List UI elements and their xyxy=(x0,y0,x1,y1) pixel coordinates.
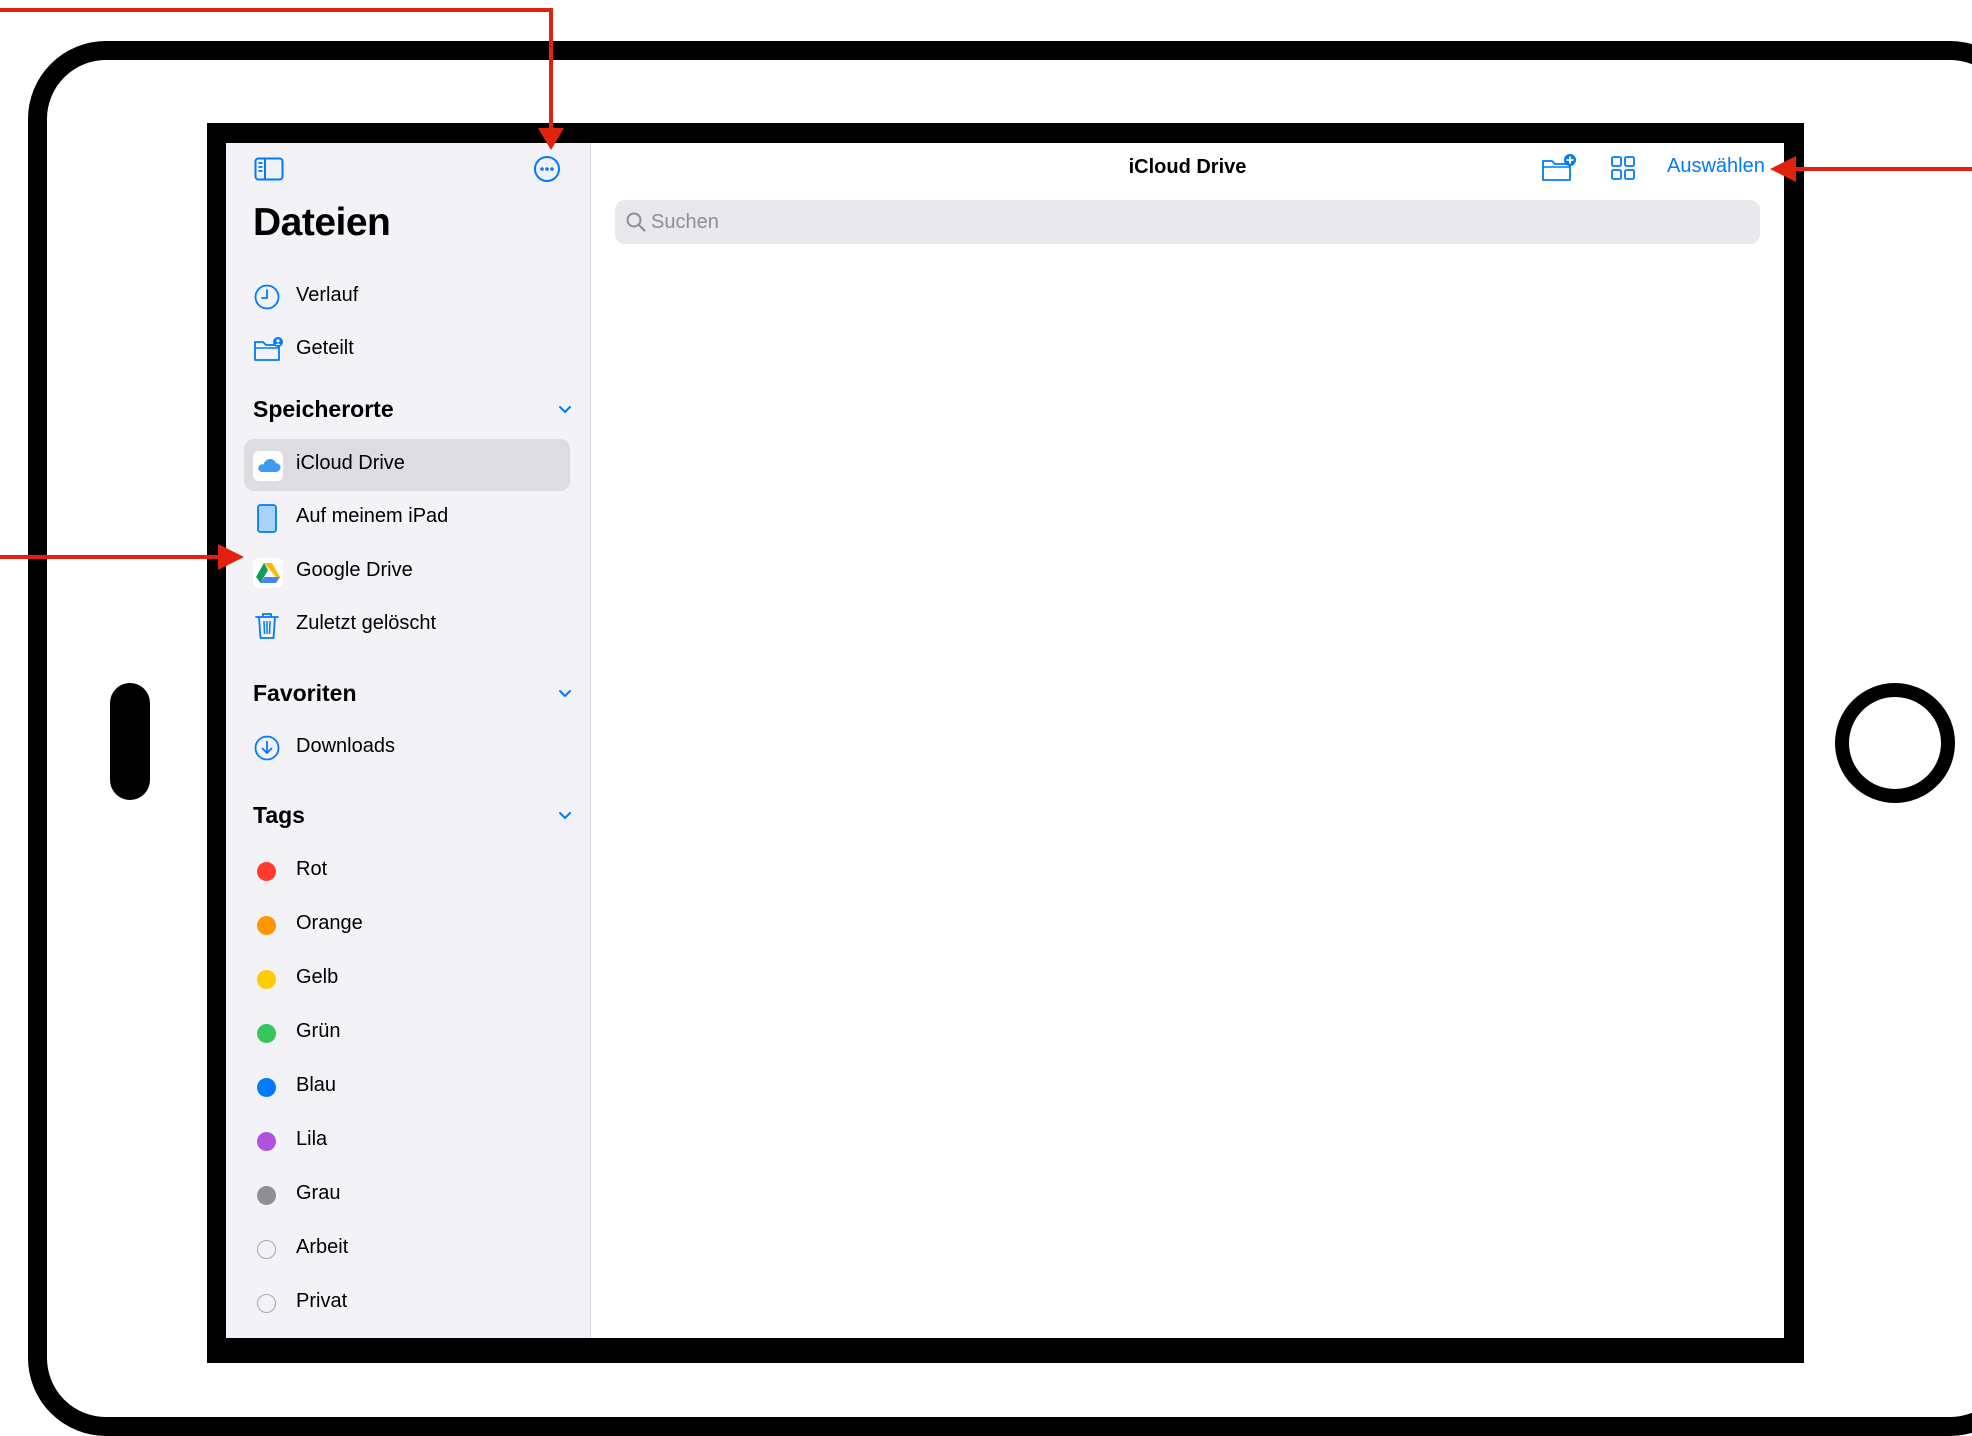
tag-item-gruen[interactable]: Grün xyxy=(244,1007,570,1059)
sidebar-item-label: Verlauf xyxy=(296,284,359,306)
new-folder-icon[interactable] xyxy=(1541,153,1579,183)
sidebar-item-label: Auf meinem iPad xyxy=(296,505,449,527)
select-button[interactable]: Auswählen xyxy=(1667,155,1765,178)
files-app-screen: Dateien Verlauf Geteilt Speicherorte iCl… xyxy=(226,143,1784,1338)
tag-item-grau[interactable]: Grau xyxy=(244,1169,570,1221)
tag-color-dot xyxy=(257,916,276,935)
search-field[interactable] xyxy=(615,200,1760,244)
sidebar-toggle-icon[interactable] xyxy=(254,157,284,181)
main-content: iCloud Drive Auswählen xyxy=(591,143,1784,1338)
sidebar: Dateien Verlauf Geteilt Speicherorte iCl… xyxy=(226,143,591,1338)
icloud-icon xyxy=(253,451,283,481)
camera-slot xyxy=(110,683,150,800)
sidebar-item-label: Downloads xyxy=(296,735,395,757)
tag-color-dot xyxy=(257,1186,276,1205)
content-title: iCloud Drive xyxy=(1128,156,1247,178)
tag-label: Gelb xyxy=(296,966,339,988)
tag-label: Grau xyxy=(296,1182,341,1204)
tag-label: Orange xyxy=(296,912,363,934)
sidebar-item-geteilt[interactable]: Geteilt xyxy=(244,324,570,376)
sidebar-item-zuletzt-geloescht[interactable]: Zuletzt gelöscht xyxy=(244,599,570,651)
ipad-icon xyxy=(253,504,281,533)
chevron-down-icon xyxy=(557,402,573,418)
tag-label: Arbeit xyxy=(296,1236,349,1258)
tag-label: Privat xyxy=(296,1290,348,1312)
sidebar-item-icloud-drive[interactable]: iCloud Drive xyxy=(244,439,570,491)
annotation-arrowhead xyxy=(218,544,244,570)
shared-folder-icon xyxy=(253,336,283,364)
tag-color-dot xyxy=(257,1024,276,1043)
annotation-arrow-line xyxy=(0,8,553,12)
grid-view-icon[interactable] xyxy=(1609,154,1637,182)
tag-label: Rot xyxy=(296,858,328,880)
tag-label: Blau xyxy=(296,1074,337,1096)
search-input[interactable] xyxy=(651,200,1751,244)
sidebar-item-google-drive[interactable]: Google Drive xyxy=(244,546,570,598)
sidebar-item-label: Geteilt xyxy=(296,337,354,359)
tag-color-dot xyxy=(257,862,276,881)
section-title: Favoriten xyxy=(253,680,357,706)
tag-item-gelb[interactable]: Gelb xyxy=(244,953,570,1005)
more-options-icon[interactable] xyxy=(533,155,561,183)
tag-item-orange[interactable]: Orange xyxy=(244,899,570,951)
download-icon xyxy=(253,734,281,762)
sidebar-item-label: Zuletzt gelöscht xyxy=(296,612,437,634)
section-title: Tags xyxy=(253,802,305,828)
tag-item-arbeit[interactable]: Arbeit xyxy=(244,1223,570,1275)
annotation-arrow-line xyxy=(549,8,553,134)
home-button xyxy=(1835,683,1955,803)
annotation-arrow-line xyxy=(0,555,220,559)
annotation-arrow-line xyxy=(1795,167,1972,171)
tag-empty-dot xyxy=(257,1294,276,1313)
sidebar-item-verlauf[interactable]: Verlauf xyxy=(244,271,570,323)
sidebar-item-downloads[interactable]: Downloads xyxy=(244,722,570,774)
tag-item-blau[interactable]: Blau xyxy=(244,1061,570,1113)
section-header-speicherorte[interactable]: Speicherorte xyxy=(253,390,573,430)
tag-color-dot xyxy=(257,1132,276,1151)
chevron-down-icon xyxy=(557,686,573,702)
annotation-arrowhead xyxy=(1770,156,1796,182)
tag-item-lila[interactable]: Lila xyxy=(244,1115,570,1167)
tag-item-rot[interactable]: Rot xyxy=(244,845,570,897)
section-header-favoriten[interactable]: Favoriten xyxy=(253,674,573,714)
sidebar-item-label: iCloud Drive xyxy=(296,452,405,474)
google-drive-icon xyxy=(253,558,283,588)
trash-icon xyxy=(253,611,281,639)
annotation-arrowhead xyxy=(538,128,564,150)
sidebar-item-label: Google Drive xyxy=(296,559,413,581)
section-header-tags[interactable]: Tags xyxy=(253,796,573,836)
tag-item-privat[interactable]: Privat xyxy=(244,1277,570,1329)
chevron-down-icon xyxy=(557,808,573,824)
tag-label: Lila xyxy=(296,1128,328,1150)
tag-empty-dot xyxy=(257,1240,276,1259)
clock-icon xyxy=(253,283,281,311)
sidebar-item-auf-meinem-ipad[interactable]: Auf meinem iPad xyxy=(244,492,570,544)
tag-label: Grün xyxy=(296,1020,341,1042)
section-title: Speicherorte xyxy=(253,396,394,422)
page-title: Dateien xyxy=(253,201,391,244)
tag-color-dot xyxy=(257,1078,276,1097)
tag-color-dot xyxy=(257,970,276,989)
search-icon xyxy=(625,211,647,233)
